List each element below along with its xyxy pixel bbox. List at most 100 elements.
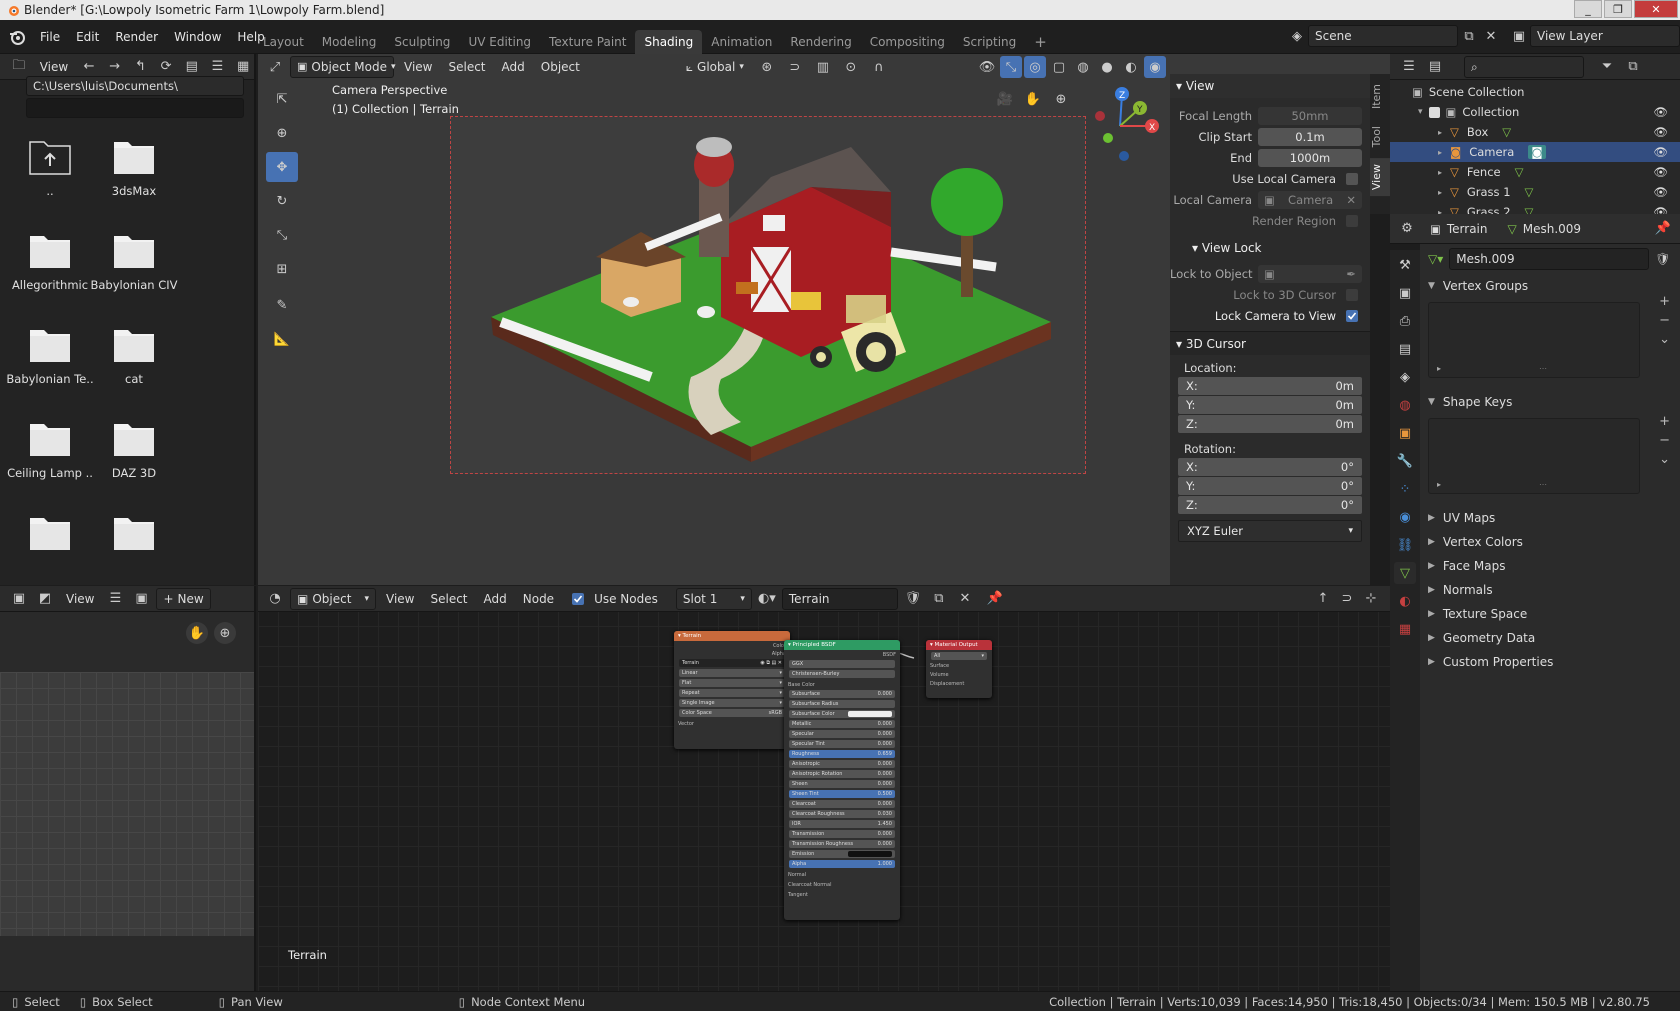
scene-selector[interactable]: Scene xyxy=(1308,25,1458,47)
outliner-item-fence[interactable]: ▸ ▽ Fence ▽ 👁 xyxy=(1390,162,1680,182)
tex-field-single-image[interactable]: Single Image ▾ xyxy=(679,699,785,707)
loc-y-field[interactable]: Y: 0m xyxy=(1178,396,1362,414)
principled-bsdf-node[interactable]: ▾ Principled BSDF BSDF GGX Christensen-Bu… xyxy=(784,640,900,920)
shapekey-menu-icon[interactable]: ⌄ xyxy=(1659,452,1670,467)
editor-type-icon[interactable]: 🗀 xyxy=(8,56,30,78)
collection-row[interactable]: ▾ ▣ Collection 👁 xyxy=(1390,102,1680,122)
viewport-menu-add[interactable]: Add xyxy=(496,56,531,78)
viewport-editor-icon[interactable]: ⤢ xyxy=(264,56,286,78)
view-layer-icon[interactable]: ▣ xyxy=(1508,25,1530,47)
maximize-button[interactable]: ❐ xyxy=(1604,0,1632,18)
bsdf-field-ior[interactable]: IOR 1.450 xyxy=(789,820,895,828)
camera-view-icon[interactable]: 🎥 xyxy=(994,88,1016,110)
solid-shading-icon[interactable]: ● xyxy=(1096,56,1118,78)
vertex-groups-header[interactable]: ▼ Vertex Groups xyxy=(1420,274,1680,298)
gizmo-toggle-icon[interactable]: ⤡ xyxy=(1000,56,1022,78)
annotate-tool-icon[interactable]: ✎ xyxy=(266,290,298,320)
wireframe-shading-icon[interactable]: ◍ xyxy=(1072,56,1094,78)
mesh-browse-icon[interactable]: ▽▾ xyxy=(1428,252,1443,266)
folder-item[interactable] xyxy=(6,512,94,560)
visibility-icon[interactable]: 👁 xyxy=(976,56,998,78)
folder-item[interactable]: DAZ 3D xyxy=(90,418,178,480)
mesh-name-field[interactable]: Mesh.009 xyxy=(1449,248,1650,270)
output-target-field[interactable]: All ▾ xyxy=(931,652,987,660)
section-face-maps[interactable]: ▶ Face Maps xyxy=(1420,554,1680,578)
menu-render[interactable]: Render xyxy=(107,26,166,48)
new-folder-icon[interactable]: ▤ xyxy=(181,56,203,78)
new-collection-icon[interactable]: ⧉ xyxy=(1622,56,1644,78)
view-layer-icon[interactable]: ▤ xyxy=(1394,338,1416,360)
eye-icon[interactable]: 👁 xyxy=(1653,105,1668,119)
forward-icon[interactable]: → xyxy=(104,56,126,78)
display-mode-icon[interactable]: ▤ xyxy=(1424,56,1446,78)
outliner-item-camera[interactable]: ▸ ◙ Camera ◙ 👁 xyxy=(1390,142,1680,162)
view-section-header[interactable]: ▾ View xyxy=(1170,74,1370,98)
vgroup-menu-icon[interactable]: ⌄ xyxy=(1659,332,1670,347)
image-canvas[interactable] xyxy=(0,672,254,936)
mesh-data-icon[interactable]: ▽ xyxy=(1394,562,1416,584)
viewport-menu-view[interactable]: View xyxy=(398,56,438,78)
section-texture-space[interactable]: ▶ Texture Space xyxy=(1420,602,1680,626)
folder-item[interactable]: .. xyxy=(6,136,94,198)
section-vertex-colors[interactable]: ▶ Vertex Colors xyxy=(1420,530,1680,554)
bsdf-field-alpha[interactable]: Alpha 1.000 xyxy=(789,860,895,868)
folder-item[interactable]: Babylonian Te.. xyxy=(6,324,94,386)
eye-icon[interactable]: 👁 xyxy=(1653,145,1668,159)
grid-view-icon[interactable]: ▦ xyxy=(232,56,254,78)
transform-tool-icon[interactable]: ⊞ xyxy=(266,254,298,284)
tex-node-header[interactable]: ▾ Terrain xyxy=(674,631,790,641)
viewport-menu-object[interactable]: Object xyxy=(535,56,586,78)
folder-item[interactable]: Allegorithmic xyxy=(6,230,94,292)
expand-icon[interactable]: ▾ xyxy=(1418,107,1423,117)
lock-to-object-field[interactable]: ▣ ✒ xyxy=(1258,264,1362,283)
tab-texture-paint[interactable]: Texture Paint xyxy=(540,30,635,54)
render-region-checkbox[interactable] xyxy=(1346,214,1358,227)
remove-shape-key-icon[interactable]: − xyxy=(1659,433,1670,448)
use-local-camera-checkbox[interactable] xyxy=(1346,172,1358,185)
tex-color-space-field[interactable]: Color Space sRGB xyxy=(679,709,785,717)
world-icon[interactable]: ◍ xyxy=(1394,394,1416,416)
scale-tool-icon[interactable]: ⤡ xyxy=(266,220,298,250)
clip-end-field[interactable]: 1000m xyxy=(1258,148,1362,167)
image-texture-node[interactable]: ▾ Terrain Color Alpha Terrain ◉ ⧉ ▤ ✕ Lin… xyxy=(674,631,790,749)
new-image-button[interactable]: + New xyxy=(156,587,211,610)
expand-icon[interactable]: ▸ xyxy=(1438,148,1442,157)
output-node-header[interactable]: ▾ Material Output xyxy=(926,640,992,650)
snap-icon[interactable]: ⊃ xyxy=(784,56,806,78)
object-icon[interactable]: ▣ xyxy=(1394,422,1416,444)
section-geometry-data[interactable]: ▶ Geometry Data xyxy=(1420,626,1680,650)
parent-dir-icon[interactable]: ↰ xyxy=(130,56,152,78)
bsdf-field-anisotropic-rotation[interactable]: Anisotropic Rotation 0.000 xyxy=(789,770,895,778)
constraints-icon[interactable]: ⛓ xyxy=(1394,534,1416,556)
menu-edit[interactable]: Edit xyxy=(68,26,107,48)
add-vertex-group-icon[interactable]: + xyxy=(1659,294,1670,309)
3d-cursor-header[interactable]: ▾ 3D Cursor xyxy=(1170,331,1370,355)
file-path-field[interactable]: C:\Users\luis\Documents\ xyxy=(26,76,244,96)
cursor-tool-icon[interactable]: ⊕ xyxy=(266,118,298,148)
axis-gizmo[interactable]: Z Y X xyxy=(1078,84,1162,168)
texture-icon[interactable]: ▦ xyxy=(1394,618,1416,640)
tab-view[interactable]: View xyxy=(1370,158,1390,197)
tab-layout[interactable]: Layout xyxy=(254,30,313,54)
blender-menu-icon[interactable] xyxy=(8,28,26,46)
xray-icon[interactable]: ▢ xyxy=(1048,56,1070,78)
loc-x-field[interactable]: X: 0m xyxy=(1178,377,1362,395)
snap-target-icon[interactable]: ▥ xyxy=(812,56,834,78)
folder-item[interactable] xyxy=(90,512,178,560)
eye-icon[interactable]: 👁 xyxy=(1653,125,1668,139)
tab-animation[interactable]: Animation xyxy=(702,30,781,54)
loc-z-field[interactable]: Z: 0m xyxy=(1178,415,1362,433)
image-mode-icon[interactable]: ◩ xyxy=(34,588,56,610)
lock-to-cursor-checkbox[interactable] xyxy=(1346,288,1358,301)
bsdf-field-anisotropic[interactable]: Anisotropic 0.000 xyxy=(789,760,895,768)
bsdf-field-subsurface-radius[interactable]: Subsurface Radius xyxy=(789,700,895,708)
tex-image-field[interactable]: Terrain ◉ ⧉ ▤ ✕ xyxy=(679,659,785,667)
fake-user-icon[interactable]: 🛡 xyxy=(1655,252,1670,266)
outliner-editor-icon[interactable]: ☰ xyxy=(1398,56,1420,78)
view-layer-selector[interactable]: View Layer xyxy=(1530,25,1680,47)
add-shape-key-icon[interactable]: + xyxy=(1659,414,1670,429)
bsdf-field-specular[interactable]: Specular 0.000 xyxy=(789,730,895,738)
list-resize-handle-icon[interactable]: ⋯ xyxy=(1539,364,1547,373)
bsdf-field-subsurface-color[interactable]: Subsurface Color xyxy=(789,710,895,718)
scene-icon[interactable]: ◈ xyxy=(1286,25,1308,47)
